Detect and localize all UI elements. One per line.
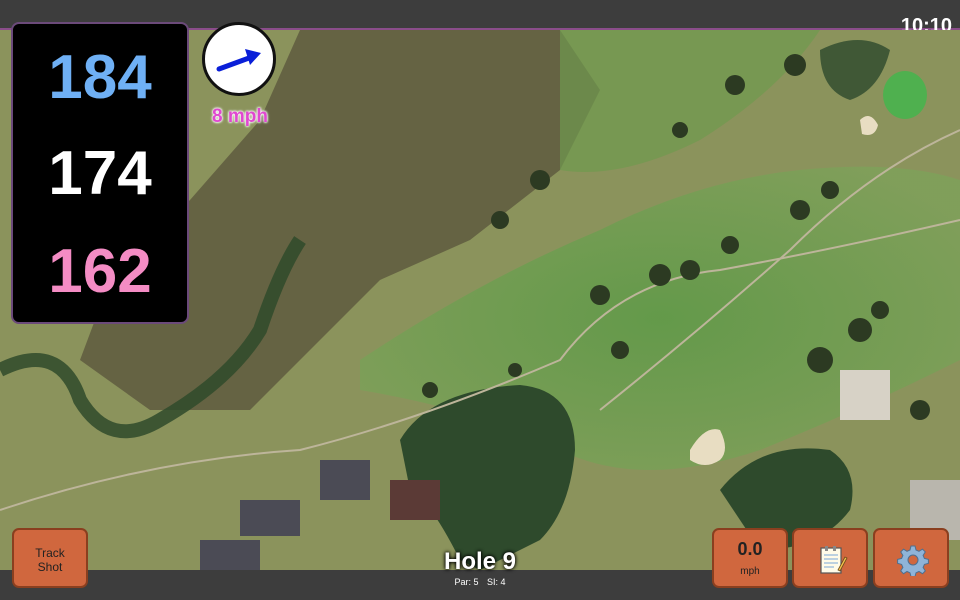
- center-distance: 174: [48, 139, 152, 208]
- front-distance: 162: [48, 237, 152, 306]
- speed-button[interactable]: 0.0 mph: [712, 528, 788, 588]
- speed-unit: mph: [740, 566, 760, 577]
- wind-arrow-icon: [216, 49, 261, 72]
- par-label: Par: 5: [454, 577, 479, 587]
- distance-panel: 184 174 162: [11, 22, 189, 324]
- wind-indicator: [202, 22, 276, 96]
- hole-info: Par: 5 SI: 4: [420, 577, 540, 587]
- gear-icon: [897, 545, 929, 576]
- back-distance: 184: [48, 43, 152, 112]
- stroke-index-label: SI: 4: [487, 577, 506, 587]
- track-shot-label-line1: Track: [35, 546, 65, 560]
- settings-button[interactable]: [873, 528, 949, 588]
- hole-title: Hole 9: [443, 548, 517, 575]
- notes-button[interactable]: [792, 528, 868, 588]
- track-shot-button[interactable]: Track Shot: [12, 528, 88, 588]
- wind-speed-label: 8 mph: [212, 106, 268, 127]
- speed-value: 0.0: [737, 539, 763, 559]
- track-shot-label-line2: Shot: [37, 560, 63, 574]
- notepad-icon: [820, 546, 848, 574]
